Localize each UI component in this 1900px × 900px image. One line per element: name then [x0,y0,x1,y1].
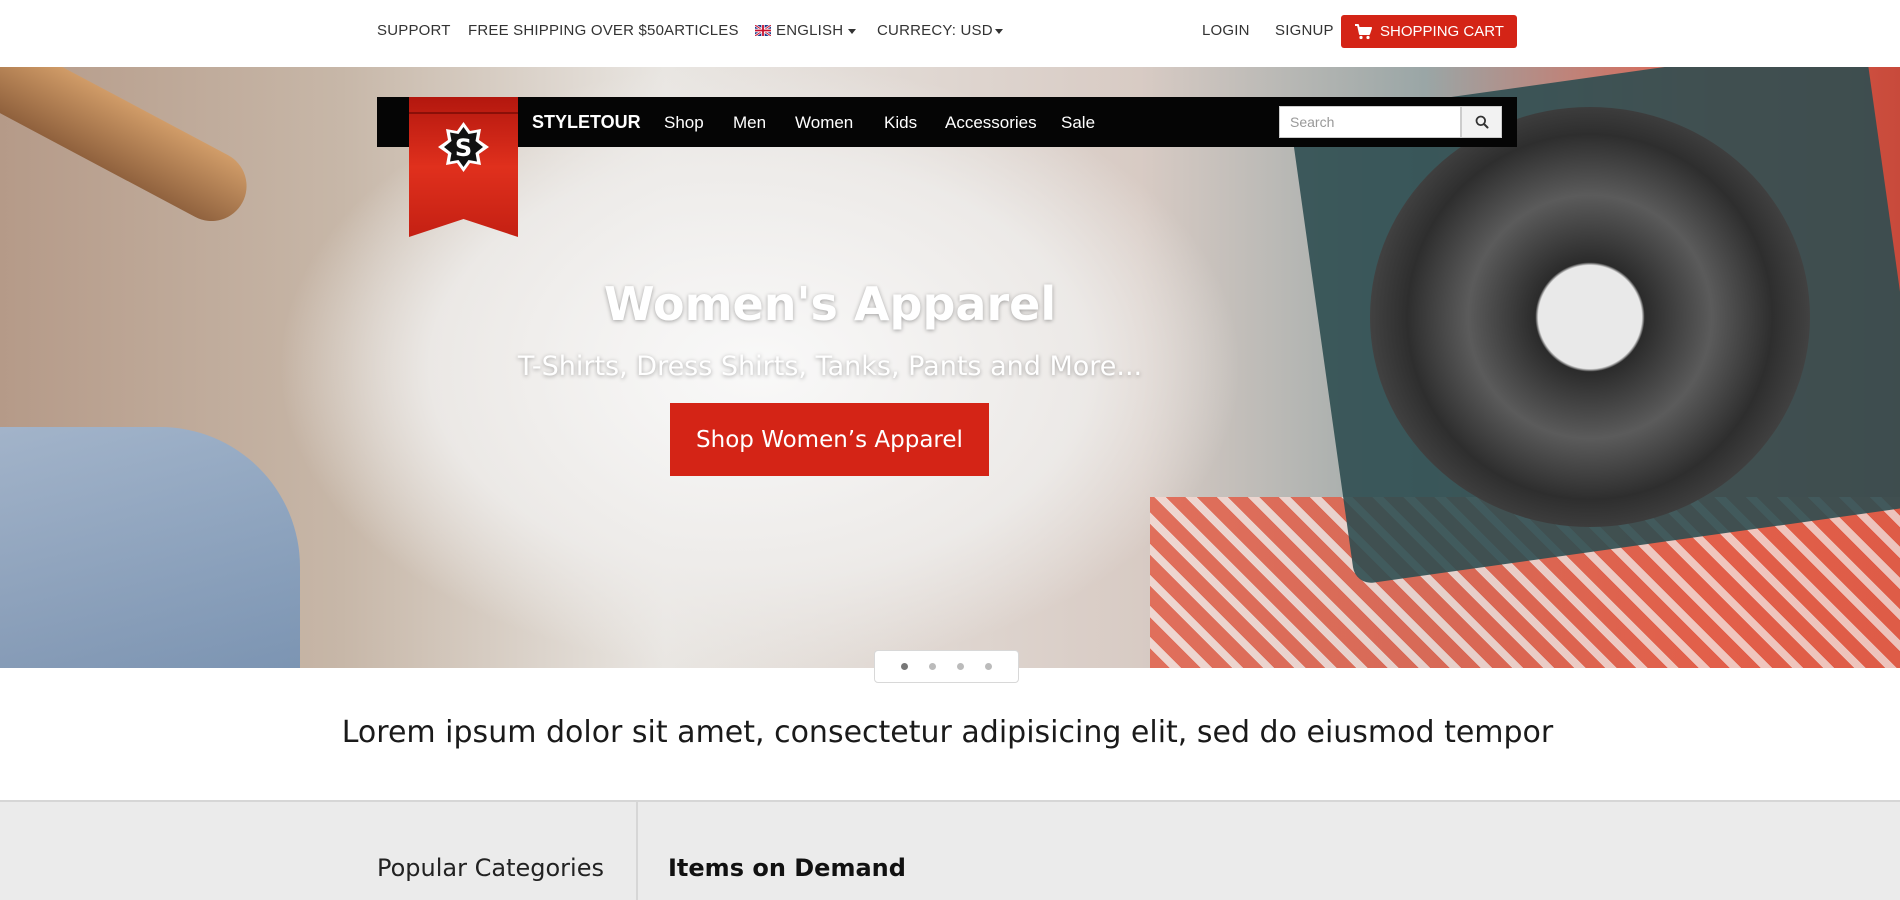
language-label: ENGLISH [776,22,844,39]
chevron-down-icon [848,28,857,34]
logo-letter: S [455,134,472,162]
brand-name[interactable]: STYLETOUR [532,112,641,133]
nav-shop[interactable]: Shop [664,113,704,133]
free-shipping-link[interactable]: FREE SHIPPING OVER $50 [468,22,664,39]
shop-womens-apparel-button[interactable]: Shop Women’s Apparel [670,403,989,476]
nav-sale[interactable]: Sale [1061,113,1095,133]
popular-categories-heading: Popular Categories [377,854,604,882]
nav-accessories[interactable]: Accessories [945,113,1037,133]
cart-label: SHOPPING CART [1380,23,1504,40]
articles-link[interactable]: ARTICLES [664,22,739,39]
shopping-cart-button[interactable]: SHOPPING CART [1341,15,1517,48]
carousel-dot[interactable] [901,663,908,670]
nav-men[interactable]: Men [733,113,766,133]
hero-title: Women's Apparel [603,277,1057,331]
carousel-indicators [874,650,1019,683]
hero-image-bottle [0,67,259,234]
tagline-text: Lorem ipsum dolor sit amet, consectetur … [341,715,1554,750]
styletour-logo[interactable]: S [409,97,518,237]
currency-dropdown[interactable]: CURRECY: USD [877,22,1003,39]
chevron-down-icon [994,28,1003,34]
uk-flag-icon [755,25,771,36]
support-link[interactable]: SUPPORT [377,22,451,39]
cart-icon [1355,23,1373,39]
nav-kids[interactable]: Kids [884,113,917,133]
hero-subtitle: T-Shirts, Dress Shirts, Tanks, Pants and… [517,351,1143,382]
items-on-demand-heading: Items on Demand [668,854,906,882]
search-icon [1475,115,1488,129]
bottom-section: Popular Categories Items on Demand [0,800,1900,900]
nav-women[interactable]: Women [795,113,853,133]
currency-label: CURRECY: USD [877,22,993,39]
carousel-dot[interactable] [929,663,936,670]
login-link[interactable]: LOGIN [1202,22,1250,39]
language-dropdown[interactable]: ENGLISH [755,22,857,39]
search-input[interactable] [1279,106,1461,138]
signup-link[interactable]: SIGNUP [1275,22,1334,39]
hero-carousel: S STYLETOUR Shop Men Women Kids Accessor… [0,67,1900,668]
top-utility-bar: SUPPORT FREE SHIPPING OVER $50 ARTICLES … [0,0,1900,67]
carousel-dot[interactable] [985,663,992,670]
carousel-dot[interactable] [957,663,964,670]
hero-image-denim [0,427,300,668]
search-button[interactable] [1461,106,1502,138]
section-divider [636,802,638,900]
